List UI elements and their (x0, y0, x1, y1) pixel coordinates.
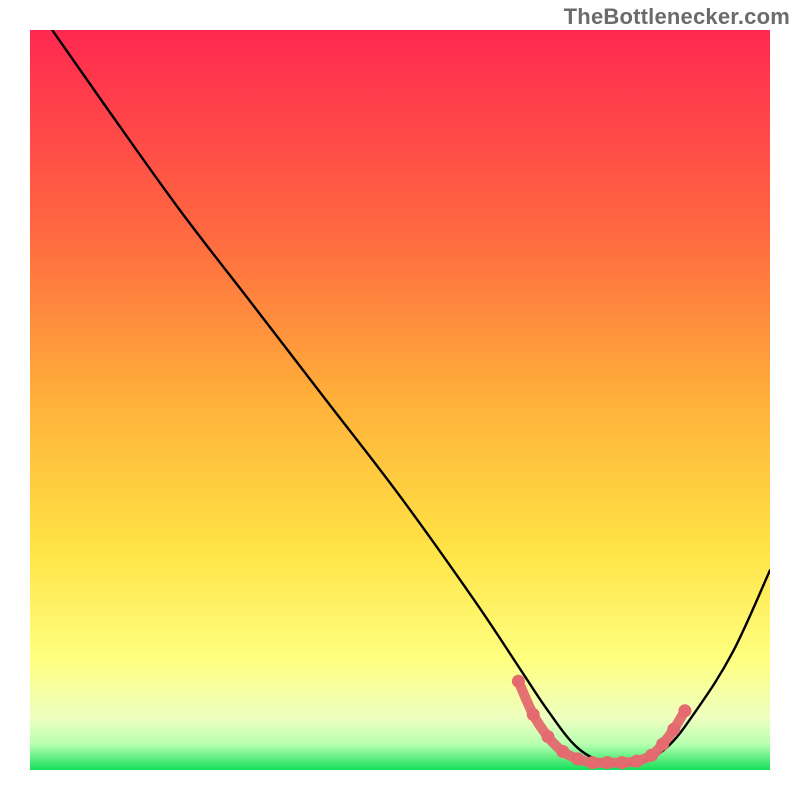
bottleneck-chart (30, 30, 770, 770)
marker-dot (645, 749, 658, 762)
marker-dot (678, 704, 691, 717)
chart-canvas: TheBottlenecker.com (0, 0, 800, 800)
marker-dot (542, 730, 555, 743)
marker-dot (616, 756, 629, 769)
marker-dot (571, 752, 584, 765)
attribution-label: TheBottlenecker.com (564, 4, 790, 30)
marker-dot (527, 708, 540, 721)
marker-dot (667, 723, 680, 736)
marker-dot (512, 675, 525, 688)
marker-dot (656, 738, 669, 751)
gradient-background (30, 30, 770, 770)
marker-dot (586, 756, 599, 769)
marker-dot (601, 756, 614, 769)
marker-dot (556, 745, 569, 758)
marker-dot (630, 755, 643, 768)
